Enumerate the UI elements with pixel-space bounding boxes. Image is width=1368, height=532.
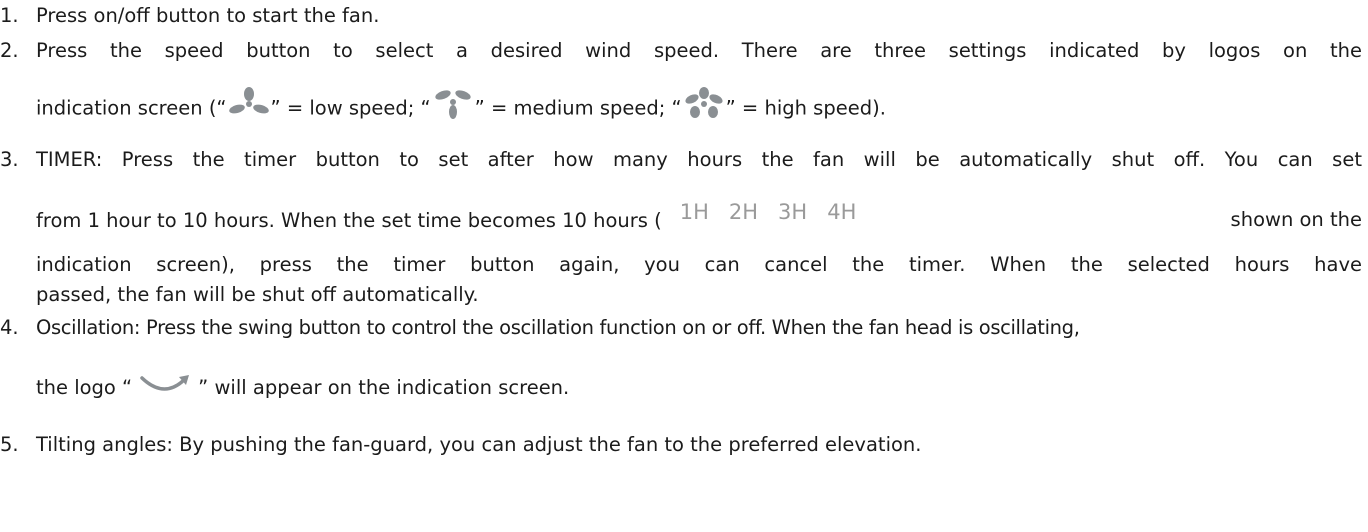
item-text: from 1 hour to 10 hours. When the set ti… [36,209,662,232]
hour-label: 3H [778,200,808,224]
list-item-4-line-2: the logo “ ” will appear on the indicati… [36,374,570,402]
fan-high-icon [685,87,723,118]
item-text: passed, the fan will be shut off automat… [36,283,479,306]
item-number: 5. [0,433,19,456]
item-text: indication screen), press the timer butt… [36,253,1362,276]
item-text: Oscillation: Press the swing button to c… [36,316,1080,339]
item-text: indication screen (“ [36,96,227,120]
hour-label: 4H [827,200,857,224]
item-text: ” = low speed; “ [270,96,431,120]
item-number: 2. [0,39,19,62]
item-text: Tilting angles: By pushing the fan-guard… [36,433,922,456]
item-text: Press the speed button to select a desir… [36,39,1362,62]
swing-arrow-icon [140,374,190,391]
item-text: ” will appear on the indication screen. [198,376,570,399]
timer-hours-display: 1H 2H 3H 4H [670,199,867,225]
fan-low-icon [228,87,269,114]
item-text: ” = high speed). [725,96,886,120]
item-text: shown on the [1230,208,1362,231]
item-text: ” = medium speed; “ [474,96,682,120]
list-item-3-line-2: from 1 hour to 10 hours. When the set ti… [36,200,1362,234]
item-text: the logo “ [36,376,133,399]
hour-label: 2H [728,200,759,224]
item-number: 3. [0,148,19,171]
item-text: Press on/off button to start the fan. [36,4,380,27]
fan-medium-icon [435,90,471,119]
item-number: 1. [0,4,19,27]
hour-label: 1H [679,200,709,224]
list-item-2-line-2: indication screen (“ ” = low speed; “ ” … [36,87,886,125]
item-number: 4. [0,316,19,339]
item-text: TIMER: Press the timer button to set aft… [36,148,1362,171]
